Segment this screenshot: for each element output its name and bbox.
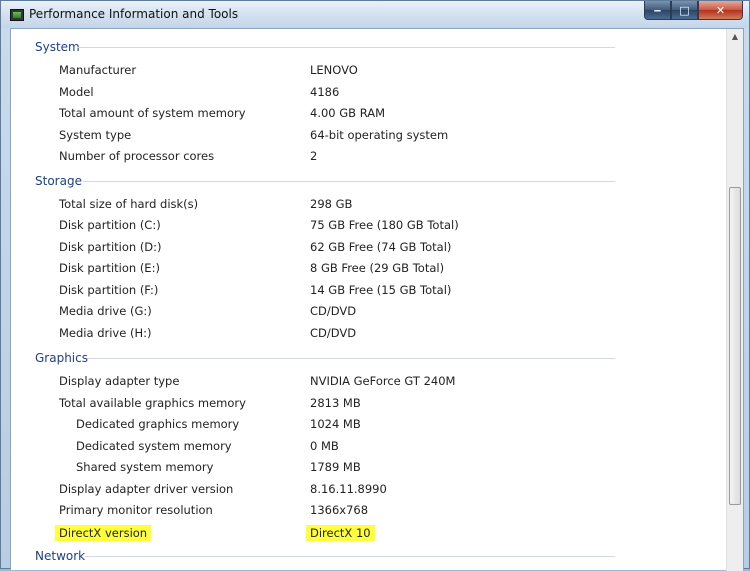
- row-label: Media drive (H:): [59, 326, 152, 340]
- maximize-button[interactable]: □: [671, 1, 698, 20]
- row-value: CD/DVD: [310, 326, 357, 340]
- row-label: Dedicated system memory: [76, 439, 232, 453]
- row-value: NVIDIA GeForce GT 240M: [310, 374, 456, 388]
- row-value: 8 GB Free (29 GB Total): [310, 261, 445, 275]
- row-value: LENOVO: [310, 63, 358, 77]
- row-value: 2813 MB: [310, 396, 361, 410]
- title-bar[interactable]: Performance Information and Tools ‒ □ ✕: [1, 1, 749, 28]
- row-label: Disk partition (D:): [59, 240, 162, 254]
- minimize-button[interactable]: ‒: [644, 1, 671, 20]
- section-system: System: [35, 40, 80, 54]
- row-value: 8.16.11.8990: [310, 482, 387, 496]
- row-value: CD/DVD: [310, 304, 357, 318]
- scroll-thumb[interactable]: [729, 187, 741, 505]
- row-value: 298 GB: [310, 197, 353, 211]
- row-value: 1789 MB: [310, 460, 361, 474]
- row-value: 0 MB: [310, 439, 339, 453]
- performance-window: Performance Information and Tools ‒ □ ✕ …: [0, 0, 750, 571]
- section-title: System: [35, 40, 80, 54]
- row-label: System type: [59, 128, 132, 142]
- row-label: Display adapter type: [59, 374, 180, 388]
- section-divider: [77, 47, 615, 48]
- close-button[interactable]: ✕: [698, 1, 743, 20]
- section-network: Network: [35, 549, 85, 563]
- section-divider: [87, 358, 615, 359]
- row-label: Model: [59, 85, 94, 99]
- section-divider: [83, 181, 615, 182]
- row-value: 64-bit operating system: [310, 128, 449, 142]
- details-pane: System Manufacturer LENOVO Model 4186 To…: [10, 28, 744, 571]
- row-label: Media drive (G:): [59, 304, 152, 318]
- performance-app-icon: [10, 9, 24, 21]
- directx-value: DirectX 10: [306, 525, 375, 541]
- row-value: 2: [310, 149, 318, 163]
- row-label: Disk partition (F:): [59, 283, 159, 297]
- row-label: Dedicated graphics memory: [76, 417, 240, 431]
- caption-buttons: ‒ □ ✕: [644, 1, 743, 21]
- row-label: Disk partition (E:): [59, 261, 160, 275]
- section-divider: [85, 556, 615, 557]
- section-title: Storage: [35, 174, 82, 188]
- section-title: Network: [35, 549, 86, 563]
- row-label: Manufacturer: [59, 63, 137, 77]
- section-storage: Storage: [35, 174, 82, 188]
- row-value: 4186: [310, 85, 340, 99]
- row-label: Total available graphics memory: [59, 396, 246, 410]
- scroll-up-arrow-icon[interactable]: ▲: [727, 29, 743, 45]
- row-label: Number of processor cores: [59, 149, 215, 163]
- row-value: 1024 MB: [310, 417, 361, 431]
- row-label: Total amount of system memory: [59, 106, 246, 120]
- section-graphics: Graphics: [35, 351, 88, 365]
- row-value: 62 GB Free (74 GB Total): [310, 240, 452, 254]
- row-value: 14 GB Free (15 GB Total): [310, 283, 452, 297]
- vertical-scrollbar[interactable]: ▲: [726, 29, 743, 571]
- row-label: Total size of hard disk(s): [59, 197, 199, 211]
- row-label: Disk partition (C:): [59, 218, 161, 232]
- directx-label: DirectX version: [55, 525, 152, 541]
- row-label: Display adapter driver version: [59, 482, 234, 496]
- row-value: 1366x768: [310, 503, 369, 517]
- section-title: Graphics: [35, 351, 88, 365]
- row-label: Shared system memory: [76, 460, 214, 474]
- row-value: 75 GB Free (180 GB Total): [310, 218, 459, 232]
- row-value: 4.00 GB RAM: [310, 106, 386, 120]
- row-label: Primary monitor resolution: [59, 503, 213, 517]
- window-title: Performance Information and Tools: [29, 7, 239, 21]
